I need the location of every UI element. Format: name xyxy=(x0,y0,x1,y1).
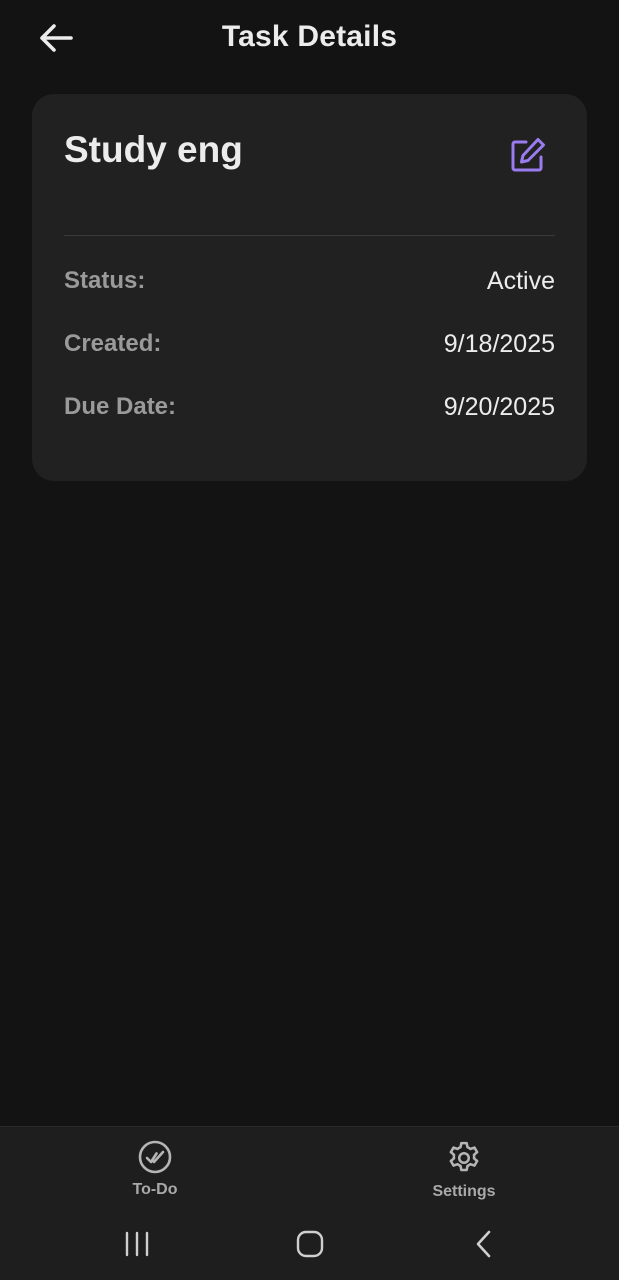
task-title: Study eng xyxy=(64,129,243,170)
status-value: Active xyxy=(486,266,555,295)
status-row: Status: Active xyxy=(64,264,555,298)
gear-icon xyxy=(449,1141,479,1172)
check-circle-icon xyxy=(138,1140,172,1174)
due-date-value: 9/20/2025 xyxy=(443,392,555,421)
system-back-button[interactable] xyxy=(462,1226,506,1262)
task-card: Study eng Status: Active Created: 9/18/2… xyxy=(32,94,587,481)
nav-item-settings[interactable]: Settings xyxy=(404,1139,524,1207)
due-date-label: Due Date: xyxy=(64,393,177,420)
status-label: Status: xyxy=(64,267,146,294)
bottom-nav: To-Do Settings xyxy=(0,1126,619,1214)
card-divider xyxy=(64,235,555,236)
due-date-row: Due Date: 9/20/2025 xyxy=(64,390,555,424)
created-label: Created: xyxy=(64,330,162,357)
created-row: Created: 9/18/2025 xyxy=(64,327,555,361)
home-icon xyxy=(296,1230,324,1258)
task-details-screen: Task Details Study eng Status: Active Cr… xyxy=(0,0,619,1280)
edit-square-icon xyxy=(511,138,545,172)
edit-task-button[interactable] xyxy=(507,134,549,176)
created-value: 9/18/2025 xyxy=(443,329,555,358)
page-title: Task Details xyxy=(221,20,398,53)
nav-item-todo[interactable]: To-Do xyxy=(95,1139,215,1207)
recents-button[interactable] xyxy=(115,1226,159,1262)
app-header: Task Details xyxy=(0,0,619,78)
system-back-icon xyxy=(476,1230,491,1258)
system-nav-bar xyxy=(0,1214,619,1280)
nav-label-todo: To-Do xyxy=(132,1181,178,1198)
recents-icon xyxy=(125,1231,149,1257)
nav-label-settings: Settings xyxy=(432,1183,496,1200)
home-button[interactable] xyxy=(288,1226,332,1262)
